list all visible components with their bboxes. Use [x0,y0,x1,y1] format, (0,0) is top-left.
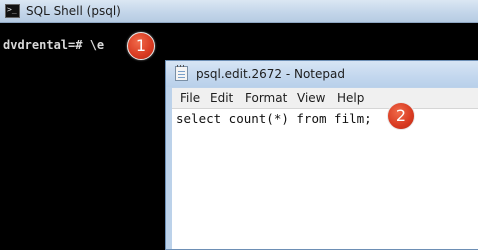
shell-titlebar[interactable]: >_ SQL Shell (psql) [0,0,478,23]
psql-prompt-line: dvdrental=# \e [3,38,105,52]
notepad-text-area[interactable]: select count(*) from film; [172,109,478,249]
menu-edit[interactable]: Edit [210,91,233,105]
step-2-badge: 2 [387,102,415,130]
notepad-window[interactable]: psql.edit.2672 - Notepad File Edit Forma… [165,60,478,250]
editor-content: select count(*) from film; [176,111,372,126]
notepad-titlebar[interactable]: psql.edit.2672 - Notepad [166,61,478,87]
menu-view[interactable]: View [297,91,325,105]
shell-window-title: SQL Shell (psql) [26,4,121,18]
terminal-icon: >_ [5,4,20,18]
notepad-menubar: File Edit Format View Help [172,88,478,109]
notepad-icon [175,65,188,81]
menu-help[interactable]: Help [337,91,364,105]
menu-format[interactable]: Format [245,91,287,105]
step-1-badge: 1 [127,32,155,60]
notepad-window-title: psql.edit.2672 - Notepad [196,67,345,81]
menu-file[interactable]: File [180,91,200,105]
